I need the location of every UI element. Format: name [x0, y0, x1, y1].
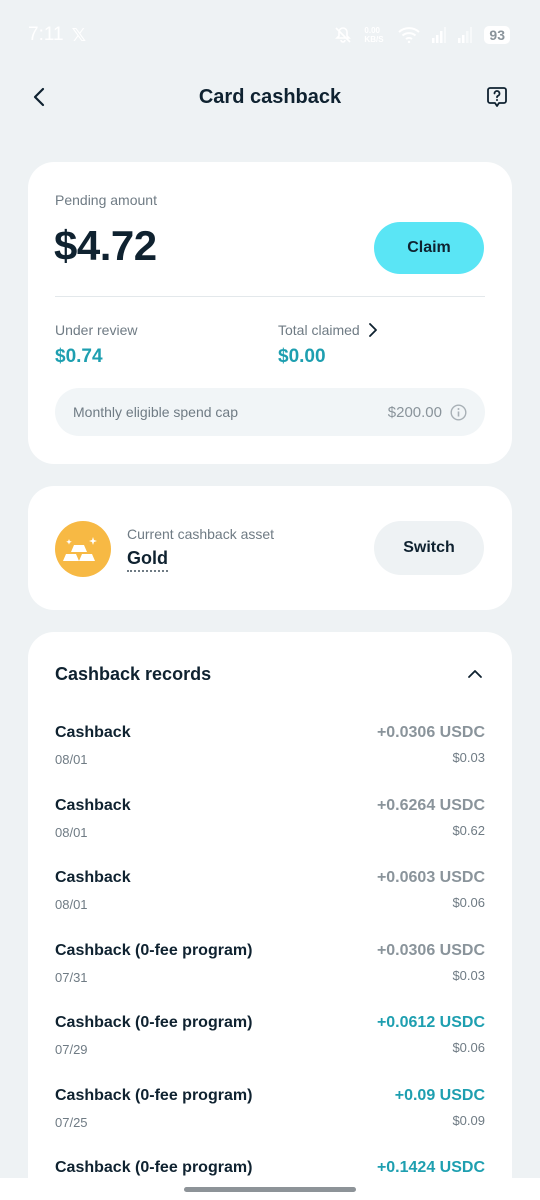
app-header: Card cashback: [0, 70, 540, 124]
status-time: 7:11: [28, 24, 64, 45]
total-claimed-label-row: Total claimed: [278, 322, 378, 338]
record-row[interactable]: Cashback 08/01 +0.6264 USDC $0.62: [55, 797, 485, 870]
record-amount: +0.09 USDC: [394, 1086, 485, 1104]
record-date: 08/01: [55, 824, 88, 840]
net-speed: 0.00 KB/S: [364, 26, 384, 44]
total-claimed-stat[interactable]: Total claimed $0.00: [278, 322, 378, 368]
spend-cap-row: Monthly eligible spend cap $200.00: [55, 388, 485, 436]
record-amount: +0.6264 USDC: [376, 796, 485, 814]
chevron-up-icon: [468, 670, 482, 678]
record-amount: +0.0306 USDC: [376, 724, 485, 741]
record-title: Cashback (0-fee program): [55, 1159, 253, 1176]
record-fiat-value: $0.09: [452, 1112, 485, 1128]
record-date: 07/31: [55, 969, 88, 985]
under-review-value: $0.74: [55, 346, 103, 367]
record-date: 08/01: [55, 897, 88, 912]
pending-label: Pending amount: [55, 192, 157, 208]
records-list: Cashback 08/01 +0.0306 USDC $0.03 Cashback 08…: [55, 724, 485, 1200]
help-button[interactable]: [484, 84, 510, 110]
cashback-asset-card: Current cashback asset Gold Switch: [28, 486, 512, 610]
spend-cap-value: $200.00: [387, 403, 442, 421]
record-fiat-value: $0.06: [452, 1040, 485, 1055]
total-claimed-label: Total claimed: [278, 322, 360, 338]
home-indicator[interactable]: [184, 1187, 356, 1192]
pending-card: Pending amount $4.72 Claim Under review …: [28, 162, 512, 464]
record-amount: +0.0306 USDC: [376, 941, 485, 959]
record-fiat-value: $0.03: [452, 750, 485, 765]
cashback-asset-label: Current cashback asset: [127, 526, 275, 542]
cashback-asset-value[interactable]: Gold: [127, 548, 168, 572]
record-row[interactable]: Cashback 08/01 +0.0306 USDC $0.03: [55, 724, 485, 797]
battery-indicator: 93: [484, 26, 510, 44]
record-date: 07/25: [55, 1114, 88, 1130]
record-title: Cashback: [55, 724, 131, 741]
record-title: Cashback: [55, 869, 131, 886]
record-amount: +0.0612 USDC: [376, 1014, 485, 1031]
record-fiat-value: $0.06: [452, 895, 485, 910]
record-date: 08/01: [55, 752, 88, 767]
chevron-right-icon: [368, 323, 377, 337]
record-fiat-value: $0.03: [452, 967, 485, 983]
signal-icon-2: [458, 27, 473, 43]
record-title: Cashback (0-fee program): [55, 941, 253, 959]
spend-cap-label: Monthly eligible spend cap: [73, 404, 238, 420]
signal-icon-1: [432, 27, 447, 43]
total-claimed-value: $0.00: [278, 346, 326, 367]
divider: [55, 296, 485, 297]
collapse-button[interactable]: [465, 664, 485, 684]
record-amount: +0.0603 USDC: [376, 869, 485, 886]
mute-bell-icon: [334, 26, 352, 44]
status-right: 0.00 KB/S 93: [334, 26, 510, 44]
record-title: Cashback: [55, 796, 131, 814]
under-review-label: Under review: [55, 322, 138, 338]
info-icon[interactable]: [450, 403, 467, 421]
wifi-icon: [398, 27, 421, 43]
x-app-icon: 𝕏: [71, 24, 87, 45]
under-review-stat: Under review $0.74: [55, 322, 137, 368]
back-button[interactable]: [26, 84, 52, 110]
switch-asset-button[interactable]: Switch: [374, 521, 484, 575]
record-amount: +0.1424 USDC: [376, 1159, 485, 1176]
help-icon: [487, 87, 507, 107]
spend-cap-right: $200.00: [388, 404, 467, 421]
page-title: Card cashback: [198, 85, 342, 108]
record-title: Cashback (0-fee program): [55, 1014, 253, 1031]
claim-button[interactable]: Claim: [374, 222, 484, 274]
record-fiat-value: $0.62: [452, 822, 485, 838]
record-row[interactable]: Cashback (0-fee program) 07/29 +0.0612 USD…: [55, 1014, 485, 1087]
status-bar: 7:11 𝕏 0.00 KB/S 93: [0, 0, 540, 70]
record-title: Cashback (0-fee program): [55, 1086, 253, 1104]
record-row[interactable]: Cashback (0-fee program) 07/31 +0.0306 USD…: [55, 942, 485, 1015]
records-title: Cashback records: [55, 664, 212, 684]
record-row[interactable]: Cashback (0-fee program) 07/25 +0.09 USDC $…: [55, 1087, 485, 1160]
status-left: 7:11 𝕏: [28, 24, 86, 46]
chevron-left-icon: [33, 87, 45, 107]
record-date: 07/29: [55, 1042, 88, 1057]
cashback-records-card: Cashback records Cashback 08/01 +0.0306 US…: [28, 632, 512, 1200]
pending-amount: $4.72: [54, 222, 157, 269]
gold-bars-icon: [55, 521, 111, 577]
record-row[interactable]: Cashback 08/01 +0.0603 USDC $0.06: [55, 869, 485, 942]
